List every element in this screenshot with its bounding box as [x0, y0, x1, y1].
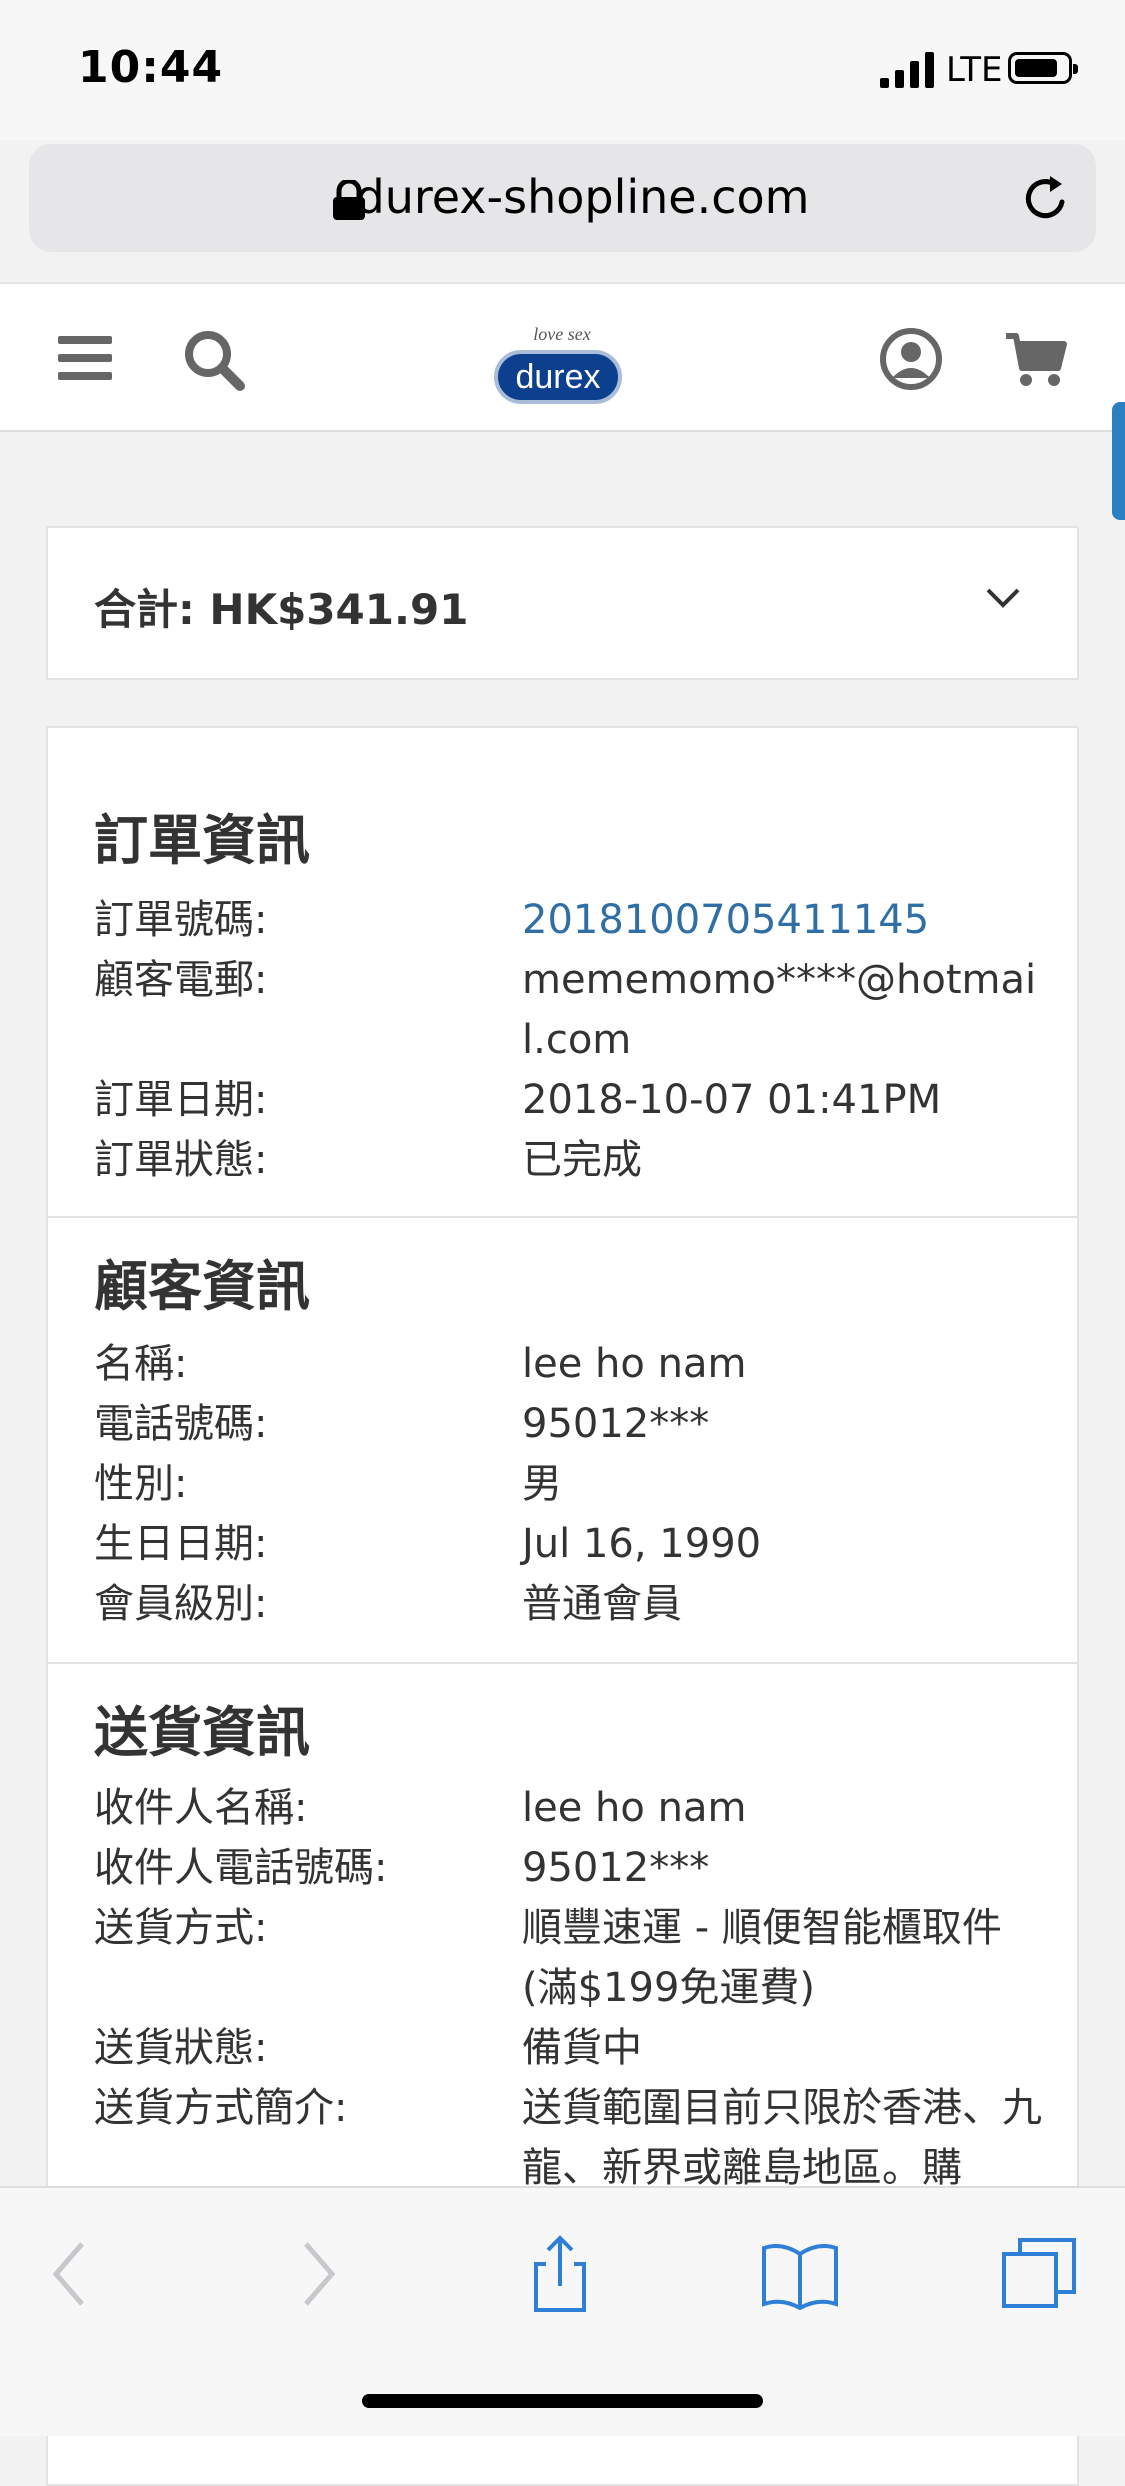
info-row: 顧客電郵: mememomo****@hotmail.com [94, 957, 1037, 1063]
svg-text:durex: durex [515, 358, 600, 396]
status-time: 10:44 [78, 42, 224, 93]
info-row: 性別: 男 [94, 1461, 562, 1507]
section-title: 訂單資訊 [94, 809, 310, 872]
signal-icon [880, 52, 934, 88]
durex-logo[interactable]: love sex durex [492, 310, 626, 410]
order-total-summary[interactable]: 合計: HK$341.91 [46, 526, 1079, 680]
back-icon[interactable] [32, 2234, 112, 2314]
order-info-section: 訂單資訊 訂單號碼: 2018100705411145 顧客電郵: mememo… [48, 728, 1077, 1218]
site-header: love sex durex [0, 282, 1125, 432]
info-row: 訂單日期: 2018-10-07 01:41PM [94, 1077, 942, 1123]
status-bar: 10:44 LTE [0, 0, 1125, 140]
info-row: 名稱: lee ho nam [94, 1341, 747, 1387]
search-icon[interactable] [182, 328, 246, 392]
info-row: 訂單號碼: 2018100705411145 [94, 890, 1054, 950]
reload-icon[interactable] [1020, 172, 1072, 224]
customer-info-section: 顧客資訊 名稱: lee ho nam 電話號碼: 95012*** 性別: 男… [48, 1218, 1077, 1664]
home-indicator [362, 2394, 763, 2408]
info-row: 會員級別: 普通會員 [94, 1581, 682, 1627]
account-icon[interactable] [880, 328, 942, 390]
info-row: 電話號碼: 95012*** [94, 1401, 710, 1447]
forward-icon[interactable] [276, 2234, 356, 2314]
order-number-link[interactable]: 2018100705411145 [522, 890, 1042, 950]
info-row: 送貨狀態: 備貨中 [94, 2025, 642, 2071]
address-bar[interactable]: durex-shopline.com [29, 144, 1096, 252]
chevron-down-icon[interactable] [985, 586, 1021, 610]
battery-icon [1008, 52, 1078, 84]
svg-text:love sex: love sex [533, 324, 590, 344]
network-type: LTE [946, 50, 1003, 90]
url-text: durex-shopline.com [355, 170, 810, 224]
info-row: 收件人電話號碼: 95012*** [94, 1845, 710, 1891]
share-icon[interactable] [520, 2234, 600, 2314]
section-title: 送貨資訊 [94, 1701, 310, 1764]
info-row: 生日日期: Jul 16, 1990 [94, 1521, 762, 1567]
menu-icon[interactable] [58, 336, 112, 380]
side-tab[interactable] [1112, 402, 1125, 520]
cart-icon[interactable] [1004, 330, 1068, 390]
info-row: 送貨方式簡介: 送貨範圍目前只限於香港、九龍、新界或離島地區。購 [94, 2085, 1042, 2191]
info-row: 訂單狀態: 已完成 [94, 1137, 642, 1183]
info-row: 送貨方式: 順豐速運 - 順便智能櫃取件(滿$199免運費) [94, 1905, 1002, 2011]
info-row: 收件人名稱: lee ho nam [94, 1785, 747, 1831]
total-label: 合計: HK$341.91 [94, 585, 469, 634]
section-title: 顧客資訊 [94, 1255, 310, 1318]
tabs-icon[interactable] [1000, 2234, 1080, 2314]
bookmarks-icon[interactable] [760, 2234, 840, 2314]
